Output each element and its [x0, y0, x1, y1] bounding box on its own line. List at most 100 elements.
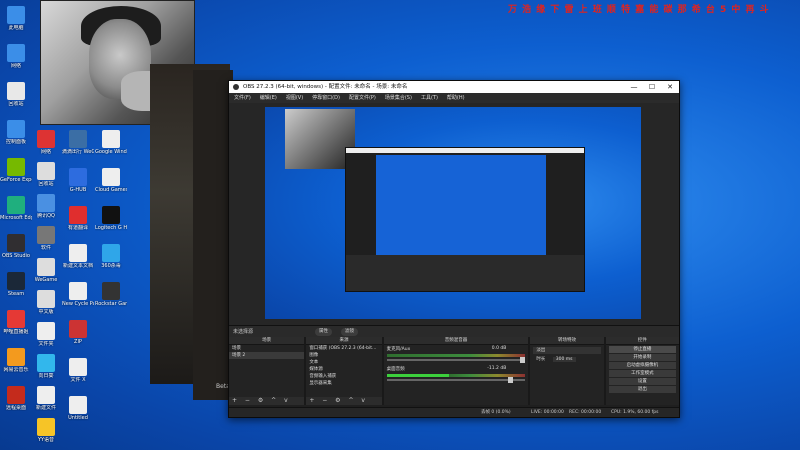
dropped-frames: 丢帧 0 (0.0%): [481, 410, 511, 415]
app-icon: [102, 130, 120, 148]
desktop-icon[interactable]: 文件 X: [62, 358, 94, 383]
transition-select[interactable]: 淡出: [533, 347, 601, 354]
desktop-icon-label: 有道翻译: [67, 225, 88, 231]
desktop-icon[interactable]: 文件夹: [30, 322, 62, 347]
menu-scene-collection[interactable]: 场景集合(S): [385, 93, 412, 103]
app-icon: [7, 386, 25, 404]
desktop-icon[interactable]: Untitled: [62, 396, 94, 421]
desktop-icon[interactable]: 新建文本文档: [62, 244, 94, 269]
app-icon: [7, 82, 25, 100]
desktop-icon[interactable]: Rockstar Games: [95, 282, 127, 307]
filters-button[interactable]: 滤镜: [341, 328, 358, 336]
source-item[interactable]: 图像: [306, 352, 381, 359]
source-item[interactable]: 文本: [306, 359, 381, 366]
desktop-icon[interactable]: Microsoft Edge: [0, 196, 32, 221]
desktop-icon[interactable]: 有道翻译: [62, 206, 94, 231]
minimize-button[interactable]: —: [625, 81, 643, 93]
desktop-icon[interactable]: 360杀毒: [95, 244, 127, 269]
menu-view[interactable]: 视图(V): [286, 93, 303, 103]
obs-titlebar[interactable]: OBS 27.2.3 (64-bit, windows) - 配置文件: 未命名…: [229, 81, 679, 93]
menu-file[interactable]: 文件(F): [234, 93, 251, 103]
desktop-icon-label: YY语音: [37, 437, 55, 443]
desktop-icon-label: 哔哩直播姬: [3, 329, 29, 335]
desktop-icon[interactable]: 此电脑: [0, 6, 32, 31]
desktop-icon[interactable]: 回收站: [0, 82, 32, 107]
stop-streaming-button[interactable]: 停止直播: [608, 346, 676, 353]
mixer-header: 音频混音器: [383, 337, 529, 345]
app-icon: [7, 310, 25, 328]
settings-button[interactable]: 设置: [608, 378, 676, 385]
desktop-icon[interactable]: Logitech G HUB: [95, 206, 127, 231]
desktop-icon[interactable]: Steam: [0, 272, 32, 297]
scene-item[interactable]: 场景: [229, 345, 304, 352]
sources-tools[interactable]: + − ⚙ ^ v: [306, 397, 382, 405]
source-item[interactable]: 媒体源: [306, 366, 381, 373]
maximize-button[interactable]: ☐: [643, 81, 661, 93]
menu-profile[interactable]: 配置文件(P): [349, 93, 376, 103]
app-icon: [37, 194, 55, 212]
desktop-icon[interactable]: 腾讯QQ: [30, 194, 62, 219]
exit-button[interactable]: 退出: [608, 386, 676, 393]
menu-edit[interactable]: 编辑(E): [260, 93, 277, 103]
volume-slider[interactable]: [386, 357, 526, 363]
desktop-icon-label: Rockstar Games: [95, 301, 127, 307]
obs-title: OBS 27.2.3 (64-bit, windows) - 配置文件: 未命名…: [243, 84, 408, 90]
preview-canvas: [265, 107, 641, 319]
desktop-icon[interactable]: Cloud Games: [95, 168, 127, 193]
scenes-tools[interactable]: + − ⚙ ^ v: [229, 397, 305, 405]
desktop-icon-label: 回收站: [8, 101, 24, 107]
desktop-icon[interactable]: GeForce Experience: [0, 158, 32, 183]
desktop-icon[interactable]: 哔哩直播姬: [0, 310, 32, 335]
desktop-icon[interactable]: 滴滴出行 WeGame: [62, 130, 94, 155]
desktop-icon[interactable]: 新建文件: [30, 386, 62, 411]
desktop-icon[interactable]: OBS Studio: [0, 234, 32, 259]
app-icon: [37, 130, 55, 148]
virtual-camera-button[interactable]: 启动虚拟摄像机: [608, 362, 676, 369]
desktop-icon[interactable]: 向日葵: [30, 354, 62, 379]
desktop-icon[interactable]: 远程桌面: [0, 386, 32, 411]
start-recording-button[interactable]: 开始录制: [608, 354, 676, 361]
desktop-icon-label: 文件 X: [70, 377, 86, 383]
obs-preview[interactable]: [229, 103, 679, 325]
desktop-icon[interactable]: WeGame: [30, 258, 62, 283]
menu-docks[interactable]: 停靠窗口(D): [312, 93, 340, 103]
desktop-icon[interactable]: New Cycle Payment: [62, 282, 94, 307]
desktop-icon[interactable]: G-HUB: [62, 168, 94, 193]
desktop-icon[interactable]: 软件: [30, 226, 62, 251]
app-icon: [102, 244, 120, 262]
desktop-icon[interactable]: 网络: [0, 44, 32, 69]
close-button[interactable]: ✕: [661, 81, 679, 93]
desktop-icon[interactable]: YY语音: [30, 418, 62, 443]
app-icon: [7, 158, 25, 176]
desktop-icon-label: Logitech G HUB: [95, 225, 127, 231]
source-item[interactable]: 音频输入捕获: [306, 373, 381, 380]
obs-logo-icon: [233, 84, 239, 90]
source-item[interactable]: 窗口捕获 (OBS 27.2.3 (64-bit...: [306, 345, 381, 352]
desktop-icon-label: 回收站: [38, 181, 54, 187]
app-icon: [69, 282, 87, 300]
properties-button[interactable]: 属性: [315, 328, 332, 336]
volume-slider[interactable]: [386, 377, 526, 383]
scene-item[interactable]: 场景 2: [229, 352, 305, 359]
mixer-track-db: -11.2 dB: [487, 366, 507, 371]
desktop-icon[interactable]: 中文版: [30, 290, 62, 315]
menu-tools[interactable]: 工具(T): [421, 93, 438, 103]
studio-mode-button[interactable]: 工作室模式: [608, 370, 676, 377]
menu-help[interactable]: 帮助(H): [447, 93, 465, 103]
desktop-icon[interactable]: 网络: [30, 130, 62, 155]
desktop-icon-label: ZIP: [74, 339, 82, 345]
desktop-icon[interactable]: ZIP: [62, 320, 94, 345]
desktop-icon[interactable]: 网易云音乐: [0, 348, 32, 373]
desktop-icon-label: New Cycle Payment: [62, 301, 94, 307]
source-item[interactable]: 显示器采集: [306, 380, 381, 387]
obs-window[interactable]: OBS 27.2.3 (64-bit, windows) - 配置文件: 未命名…: [228, 80, 680, 418]
desktop-icon-label: Microsoft Edge: [0, 215, 32, 221]
desktop-icon[interactable]: 回收站: [30, 162, 62, 187]
app-icon: [69, 396, 87, 414]
app-icon: [7, 120, 25, 138]
duration-input[interactable]: 300 ms: [552, 357, 576, 362]
desktop-icon-label: 中文版: [38, 309, 54, 315]
app-icon: [37, 418, 55, 436]
desktop-icon[interactable]: 控制面板: [0, 120, 32, 145]
desktop-icon[interactable]: Google Windows: [95, 130, 127, 155]
